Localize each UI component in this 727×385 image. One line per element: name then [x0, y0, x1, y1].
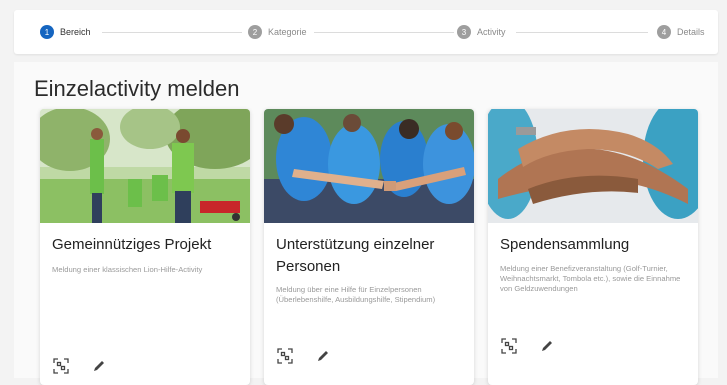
step-number-3: 3: [457, 25, 471, 39]
step-number-4: 4: [657, 25, 671, 39]
step-details[interactable]: 4 Details: [657, 25, 705, 39]
card-description: Meldung einer klassischen Lion-Hilfe-Act…: [52, 265, 203, 274]
card-title: Gemeinnütziges Projekt: [52, 236, 212, 253]
card-image-park-volunteers: [40, 109, 250, 223]
card-image-stacked-hands: [488, 109, 698, 223]
step-label-activity: Activity: [477, 27, 506, 37]
card-unterstuetzung-einzelner-personen[interactable]: Unterstützung einzelner Personen Meldung…: [264, 109, 474, 385]
card-actions: [52, 357, 108, 375]
card-spendensammlung[interactable]: Spendensammlung Meldung einer Benefizver…: [488, 109, 698, 385]
qr-scan-icon[interactable]: [52, 357, 70, 375]
step-number-2: 2: [248, 25, 262, 39]
card-image-crowd-high-fives: [264, 109, 474, 223]
card-title: Unterstützung einzelner Personen: [276, 236, 435, 275]
card-actions: [276, 347, 332, 365]
card-gemeinnuetziges-projekt[interactable]: Gemeinnütziges Projekt Meldung einer kla…: [40, 109, 250, 385]
pencil-icon[interactable]: [90, 357, 108, 375]
step-connector: [516, 32, 648, 33]
pencil-icon[interactable]: [538, 337, 556, 355]
step-bereich[interactable]: 1 Bereich: [40, 25, 91, 39]
step-label-details: Details: [677, 27, 705, 37]
step-activity[interactable]: 3 Activity: [457, 25, 506, 39]
card-actions: [500, 337, 556, 355]
qr-scan-icon[interactable]: [276, 347, 294, 365]
main-content: Einzelactivity melden Gemeinnütziges Pro…: [14, 62, 718, 385]
card-description: Meldung einer Benefizveranstaltung (Golf…: [500, 264, 681, 293]
app-root: 1 Bereich 2 Kategorie 3 Activity 4 Detai…: [0, 0, 727, 385]
step-label-kategorie: Kategorie: [268, 27, 307, 37]
step-kategorie[interactable]: 2 Kategorie: [248, 25, 307, 39]
step-connector: [102, 32, 242, 33]
page-title: Einzelactivity melden: [34, 76, 240, 101]
qr-scan-icon[interactable]: [500, 337, 518, 355]
step-label-bereich: Bereich: [60, 27, 91, 37]
step-connector: [314, 32, 454, 33]
card-title: Spendensammlung: [500, 236, 630, 253]
pencil-icon[interactable]: [314, 347, 332, 365]
card-description: Meldung über eine Hilfe für Einzelperson…: [276, 285, 436, 304]
step-number-1: 1: [40, 25, 54, 39]
stepper: 1 Bereich 2 Kategorie 3 Activity 4 Detai…: [14, 10, 718, 54]
